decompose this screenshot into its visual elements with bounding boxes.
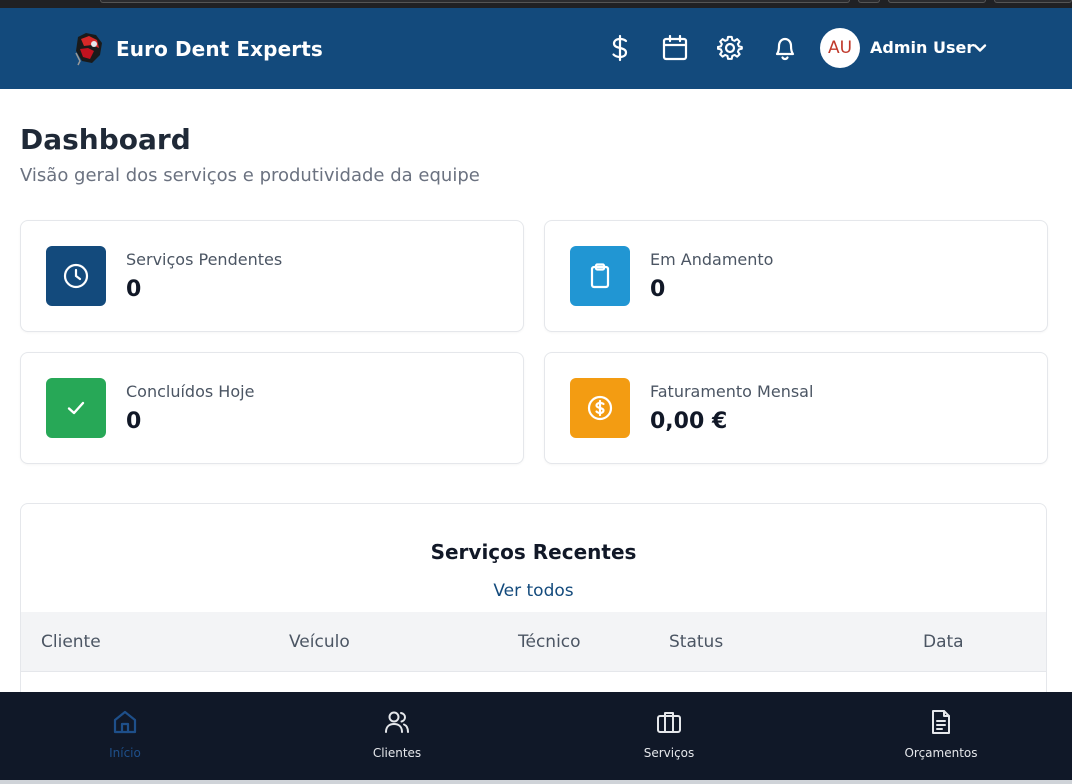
nav-item-clients[interactable]: Clientes [327,692,467,780]
check-icon [67,401,85,415]
bell-icon[interactable] [771,34,799,62]
calendar-icon[interactable] [661,34,689,62]
column-header-client[interactable]: Cliente [41,632,101,652]
user-name[interactable]: Admin User [870,38,974,57]
page-title: Dashboard [20,123,191,156]
recent-services-title: Serviços Recentes [430,540,637,564]
chevron-down-icon[interactable] [972,40,988,56]
euro-coin-icon [587,395,613,421]
gear-icon[interactable] [716,34,744,62]
stat-card-completed[interactable]: Concluídos Hoje 0 [20,352,524,464]
page-subtitle: Visão geral dos serviços e produtividade… [20,165,480,186]
stat-value: 0 [650,277,666,302]
brand[interactable]: Euro Dent Experts [72,8,323,89]
clipboard-icon [590,263,610,289]
stat-value: 0 [126,409,142,434]
stat-label: Concluídos Hoje [126,382,255,401]
nav-label: Início [109,746,141,760]
nav-label: Orçamentos [904,746,978,760]
top-header: Euro Dent Experts AU Admin User [0,8,1072,89]
browser-tab-edge [100,0,850,3]
nav-label: Serviços [643,746,695,760]
stat-label: Em Andamento [650,250,774,269]
stat-icon-box [46,246,106,306]
nav-item-services[interactable]: Serviços [599,692,739,780]
table-header: Cliente Veículo Técnico Status Data [21,612,1046,672]
brand-logo-icon [75,32,102,65]
browser-button-edge [888,0,986,3]
briefcase-icon [657,712,681,733]
clock-icon [63,263,89,289]
stat-value: 0,00 € [650,409,728,434]
stat-label: Faturamento Mensal [650,382,814,401]
stat-card-revenue[interactable]: Faturamento Mensal 0,00 € [544,352,1048,464]
column-header-date[interactable]: Data [923,632,964,652]
stat-icon-box [570,246,630,306]
stat-label: Serviços Pendentes [126,250,283,269]
browser-chrome-strip [0,0,1072,8]
avatar[interactable]: AU [820,28,860,68]
bottom-edge [0,780,1072,784]
column-header-technician[interactable]: Técnico [518,632,581,652]
browser-button-edge [858,0,880,3]
nav-item-quotes[interactable]: Orçamentos [871,692,1011,780]
brand-name: Euro Dent Experts [116,36,323,61]
browser-button-edge [994,0,1072,3]
view-all-link[interactable]: Ver todos [21,581,1046,601]
stat-value: 0 [126,277,142,302]
stat-icon-box [46,378,106,438]
bottom-nav: Início Clientes Serviços Orçamentos [0,692,1072,780]
dollar-icon[interactable] [606,34,634,62]
column-header-vehicle[interactable]: Veículo [289,632,350,652]
stat-card-in-progress[interactable]: Em Andamento 0 [544,220,1048,332]
stat-icon-box [570,378,630,438]
column-header-status[interactable]: Status [669,632,723,652]
stat-card-pending[interactable]: Serviços Pendentes 0 [20,220,524,332]
document-icon [932,710,950,734]
home-icon [113,710,137,734]
users-icon [385,711,409,733]
nav-item-home[interactable]: Início [55,692,195,780]
nav-label: Clientes [372,746,422,760]
